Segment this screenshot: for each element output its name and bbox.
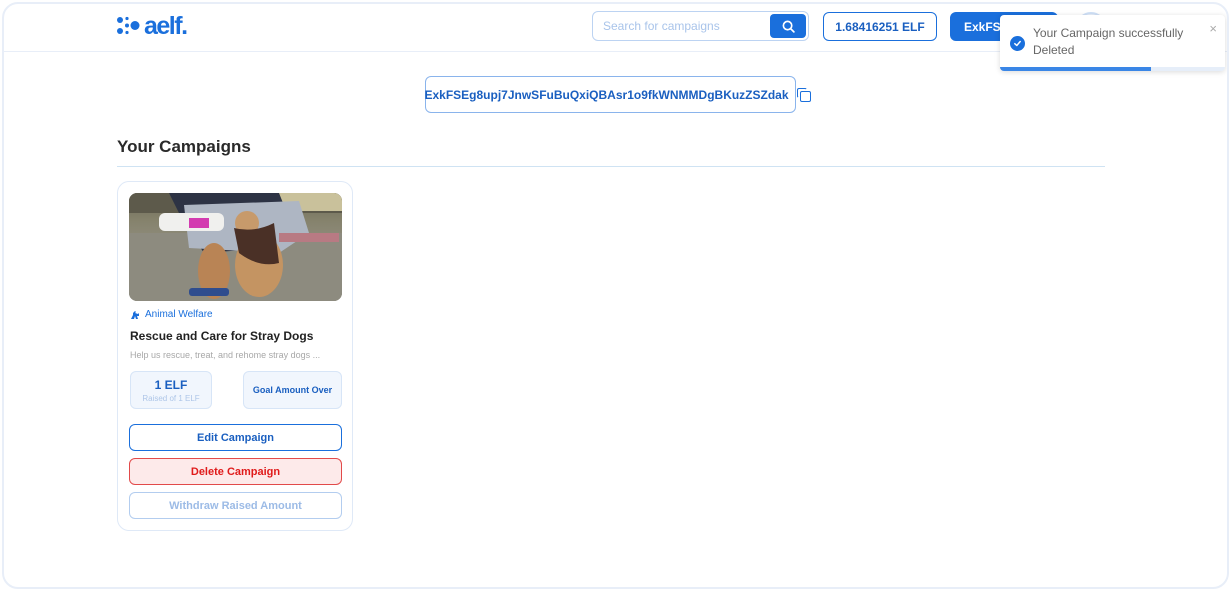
category-label: Animal Welfare <box>145 309 213 320</box>
dog-icon <box>131 310 139 319</box>
raised-amount-box: 1 ELF Raised of 1 ELF <box>130 371 212 409</box>
toast-progress-bar <box>1000 67 1151 71</box>
check-circle-icon <box>1010 36 1025 51</box>
search-button[interactable] <box>770 14 806 38</box>
search-input[interactable] <box>593 12 770 40</box>
campaign-description: Help us rescue, treat, and rehome stray … <box>130 350 321 360</box>
delete-campaign-button[interactable]: Delete Campaign <box>129 458 342 485</box>
goal-status-box: Goal Amount Over <box>243 371 342 409</box>
aelf-dots-icon <box>117 16 140 35</box>
campaign-photo <box>129 193 342 301</box>
campaign-category: Animal Welfare <box>130 309 213 320</box>
search-icon <box>782 20 795 33</box>
section-title: Your Campaigns <box>117 137 251 156</box>
balance-button[interactable]: 1.68416251 ELF <box>823 12 937 41</box>
wallet-address-text: ExkFSEg8upj7JnwSFuBuQxiQBAsr1o9fkWNMMDgB… <box>424 87 789 102</box>
campaign-card: Animal Welfare Rescue and Care for Stray… <box>117 181 353 531</box>
close-icon[interactable]: × <box>1209 21 1217 36</box>
campaign-image <box>129 193 342 301</box>
raised-value: 1 ELF <box>154 377 188 392</box>
search-bar <box>592 11 809 41</box>
campaign-title[interactable]: Rescue and Care for Stray Dogs <box>130 329 313 343</box>
toast-notification: Your Campaign successfully Deleted × <box>1000 15 1225 71</box>
raised-sub: Raised of 1 ELF <box>142 393 200 403</box>
section-divider <box>117 166 1105 167</box>
toast-message: Your Campaign successfully Deleted <box>1033 26 1184 57</box>
wallet-address-display: ExkFSEg8upj7JnwSFuBuQxiQBAsr1o9fkWNMMDgB… <box>424 76 811 113</box>
goal-status: Goal Amount Over <box>252 385 333 395</box>
logo-text: aelf. <box>144 12 188 40</box>
withdraw-raised-amount-button[interactable]: Withdraw Raised Amount <box>129 492 342 519</box>
app-frame: aelf. 1.68416251 ELF ExkFS... ExkFSEg8up… <box>2 2 1229 589</box>
edit-campaign-button[interactable]: Edit Campaign <box>129 424 342 451</box>
logo[interactable]: aelf. <box>116 12 188 40</box>
